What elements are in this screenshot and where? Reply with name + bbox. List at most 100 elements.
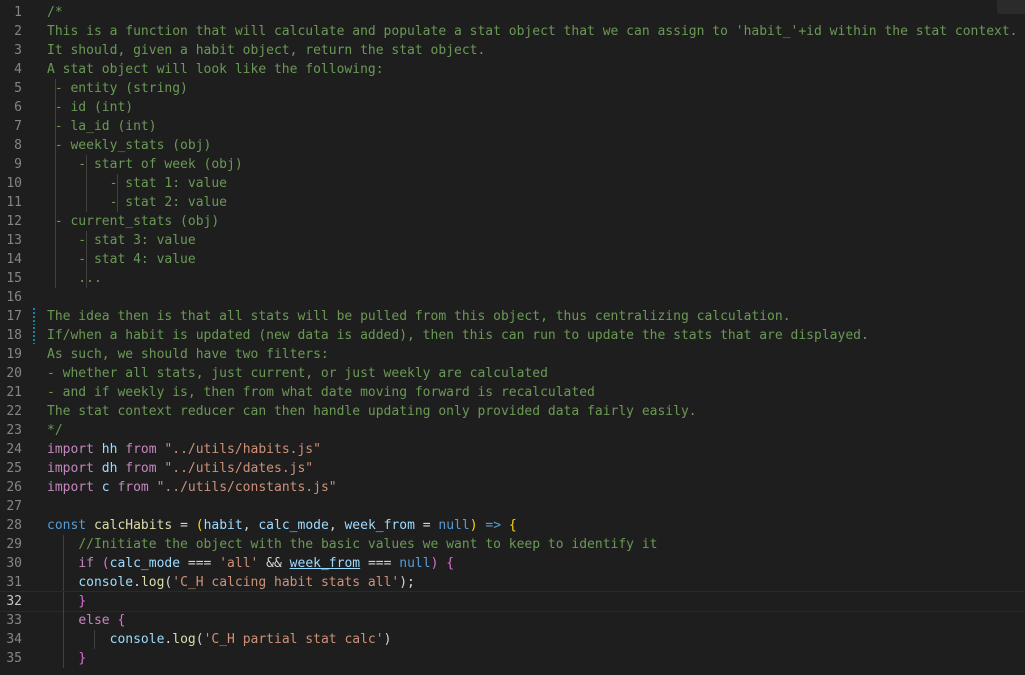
code-line[interactable]: 22 The stat context reducer can then hand… xyxy=(0,402,1025,421)
code-line[interactable]: 29 //Initiate the object with the basic … xyxy=(0,535,1025,554)
code-line[interactable]: 3 It should, given a habit object, return… xyxy=(0,41,1025,60)
code-token: log xyxy=(172,632,196,647)
code-token: , xyxy=(242,518,259,533)
line-number: 4 xyxy=(14,62,22,77)
line-number: 1 xyxy=(14,5,22,20)
code-text: - and if weekly is, then from what date … xyxy=(47,383,595,402)
line-number: 12 xyxy=(6,214,22,229)
code-token: This is a function that will calculate a… xyxy=(47,24,1018,39)
code-token: dh xyxy=(101,461,118,476)
code-line[interactable]: 16 xyxy=(0,288,1025,307)
code-line[interactable]: 19 As such, we should have two filters: xyxy=(0,345,1025,364)
code-line[interactable]: 4 A stat object will look like the follow… xyxy=(0,60,1025,79)
code-line[interactable]: 21 - and if weekly is, then from what dat… xyxy=(0,383,1025,402)
code-token: */ xyxy=(47,423,63,438)
code-line[interactable]: 33 else { xyxy=(0,611,1025,630)
line-number: 9 xyxy=(14,157,22,172)
code-text: //Initiate the object with the basic val… xyxy=(47,535,657,554)
line-number: 5 xyxy=(14,81,22,96)
code-line[interactable]: 11 - stat 2: value xyxy=(0,193,1025,212)
code-token: - stat 1: value xyxy=(47,176,228,191)
code-token: null xyxy=(399,556,431,571)
line-number: 17 xyxy=(6,309,22,324)
code-line[interactable]: 15 ... xyxy=(0,269,1025,288)
code-token: console xyxy=(78,575,134,590)
code-token: { xyxy=(508,518,517,533)
code-line[interactable]: 12 - current_stats (obj) xyxy=(0,212,1025,231)
code-token: && xyxy=(258,556,290,571)
code-line[interactable]: 30 if (calc_mode === 'all' && week_from … xyxy=(0,554,1025,573)
code-token: week_from xyxy=(344,518,415,533)
code-token: from xyxy=(125,461,157,476)
code-token: ... xyxy=(47,271,102,286)
code-token: } xyxy=(78,651,87,666)
code-line[interactable]: 10 - stat 1: value xyxy=(0,174,1025,193)
code-line[interactable]: 1 /* xyxy=(0,3,1025,22)
code-text: if (calc_mode === 'all' && week_from ===… xyxy=(47,554,454,573)
code-token: const xyxy=(47,518,87,533)
code-line[interactable]: 7 - la_id (int) xyxy=(0,117,1025,136)
line-number: 7 xyxy=(14,119,22,134)
code-line[interactable]: 34 console.log('C_H partial stat calc') xyxy=(0,630,1025,649)
code-line[interactable]: 28 const calcHabits = (habit, calc_mode, … xyxy=(0,516,1025,535)
code-line[interactable]: 23 */ xyxy=(0,421,1025,440)
code-line[interactable]: 14 - stat 4: value xyxy=(0,250,1025,269)
line-number: 29 xyxy=(6,537,22,552)
code-token: ) xyxy=(469,518,478,533)
code-line[interactable]: 26 import c from "../utils/constants.js" xyxy=(0,478,1025,497)
code-line[interactable]: 20 - whether all stats, just current, or … xyxy=(0,364,1025,383)
code-token: The idea then is that all stats will be … xyxy=(47,309,791,324)
code-line[interactable]: 5 - entity (string) xyxy=(0,79,1025,98)
code-token: calc_mode xyxy=(109,556,181,571)
code-line[interactable]: 32 } xyxy=(0,591,1025,612)
code-token: import xyxy=(47,461,94,476)
code-line[interactable]: 6 - id (int) xyxy=(0,98,1025,117)
line-number: 15 xyxy=(6,271,22,286)
code-token: from xyxy=(125,442,157,457)
code-token: === xyxy=(180,556,220,571)
code-token: null xyxy=(438,518,470,533)
line-number: 21 xyxy=(6,385,22,400)
line-number: 20 xyxy=(6,366,22,381)
code-token: import xyxy=(47,442,94,457)
code-text: console.log('C_H calcing habit stats all… xyxy=(47,573,415,592)
code-text: A stat object will look like the followi… xyxy=(47,60,384,79)
code-line[interactable]: 18 If/when a habit is updated (new data i… xyxy=(0,326,1025,345)
code-token: ) xyxy=(383,632,392,647)
code-token: - and if weekly is, then from what date … xyxy=(47,385,595,400)
code-line[interactable]: 31 console.log('C_H calcing habit stats … xyxy=(0,573,1025,592)
modified-line-marker xyxy=(33,327,35,344)
line-number: 19 xyxy=(6,347,22,362)
code-text: - entity (string) xyxy=(47,79,188,98)
line-number: 6 xyxy=(14,100,22,115)
code-text: - stat 1: value xyxy=(47,174,227,193)
code-token: c xyxy=(101,480,110,495)
code-line[interactable]: 8 - weekly_stats (obj) xyxy=(0,136,1025,155)
line-number: 11 xyxy=(6,195,22,210)
code-line[interactable]: 17 The idea then is that all stats will b… xyxy=(0,307,1025,326)
line-number: 30 xyxy=(6,556,22,571)
code-line[interactable]: 25 import dh from "../utils/dates.js" xyxy=(0,459,1025,478)
code-line[interactable]: 27 xyxy=(0,497,1025,516)
code-text: else { xyxy=(47,611,125,630)
code-editor[interactable]: 1 /* 2 This is a function that will calcula… xyxy=(0,0,1025,675)
line-number: 32 xyxy=(6,594,22,609)
code-token: 'C_H calcing habit stats all' xyxy=(172,575,400,590)
code-line[interactable]: 24 import hh from "../utils/habits.js" xyxy=(0,440,1025,459)
code-token: - stat 2: value xyxy=(47,195,228,210)
line-number: 14 xyxy=(6,252,22,267)
code-line[interactable]: 2 This is a function that will calculate … xyxy=(0,22,1025,41)
code-text: It should, given a habit object, return … xyxy=(47,41,485,60)
code-line[interactable]: 13 - stat 3: value xyxy=(0,231,1025,250)
code-token: ( xyxy=(195,518,204,533)
code-token: - id (int) xyxy=(47,100,134,115)
code-line[interactable]: 35 } xyxy=(0,649,1025,668)
code-line[interactable]: 9 - start of week (obj) xyxy=(0,155,1025,174)
line-number: 18 xyxy=(6,328,22,343)
